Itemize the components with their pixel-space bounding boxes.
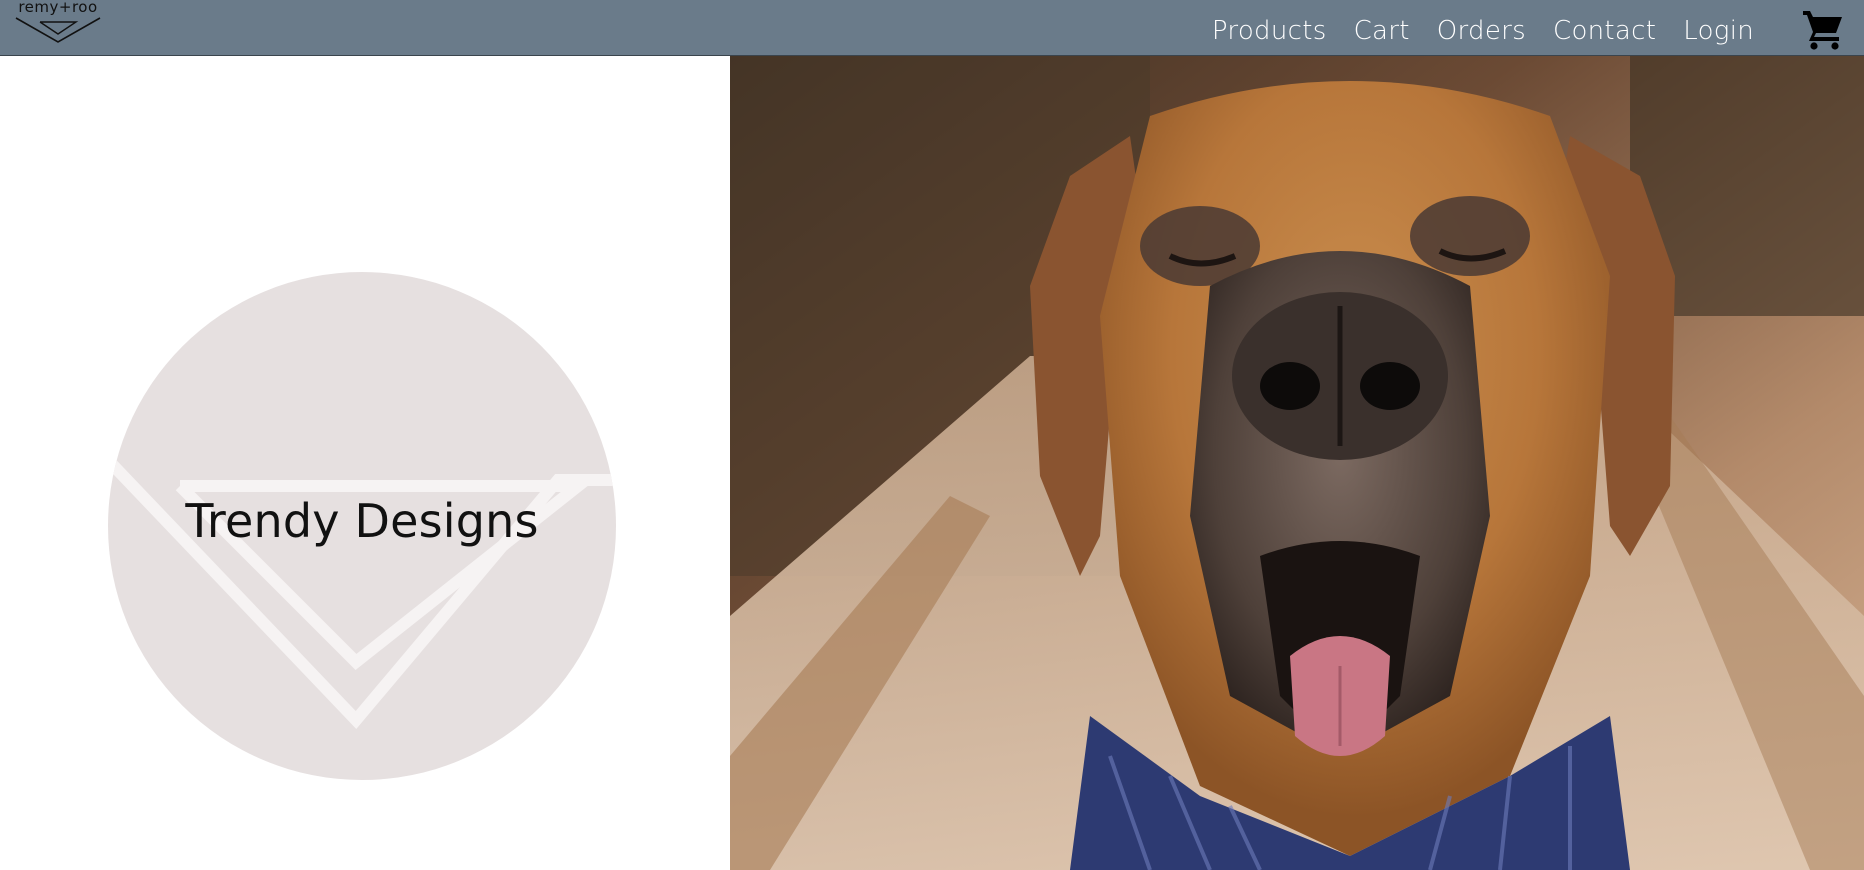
nav-link-orders[interactable]: Orders [1437, 18, 1526, 44]
brand-name: remy+roo [18, 0, 98, 16]
dog-photo-image [730, 56, 1864, 870]
hero-left-panel: Trendy Designs [0, 56, 730, 870]
hero-title: Trendy Designs [185, 494, 539, 548]
shopping-cart-icon[interactable] [1801, 7, 1845, 51]
hero-dog-photo [730, 56, 1864, 870]
nav-link-login[interactable]: Login [1683, 18, 1754, 44]
navbar: remy+roo Products Cart Orders Contact Lo… [0, 0, 1864, 56]
triangle-logo-icon [15, 17, 101, 43]
nav-link-cart[interactable]: Cart [1354, 18, 1410, 44]
nav-link-contact[interactable]: Contact [1553, 18, 1656, 44]
main-nav: Products Cart Orders Contact Login [1212, 18, 1754, 44]
brand-logo[interactable]: remy+roo [14, 0, 102, 46]
nav-link-products[interactable]: Products [1212, 18, 1327, 44]
